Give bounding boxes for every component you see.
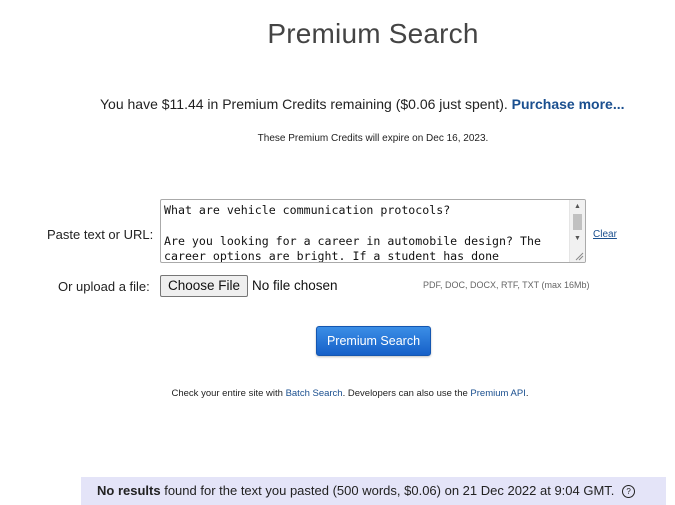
page-title: Premium Search bbox=[267, 18, 479, 49]
result-text: found for the text you pasted (500 words… bbox=[164, 483, 615, 498]
credits-line: You have $11.44 in Premium Credits remai… bbox=[100, 96, 625, 112]
purchase-more-link[interactable]: Purchase more... bbox=[512, 96, 625, 112]
premium-search-button[interactable]: Premium Search bbox=[316, 326, 431, 356]
footer-suffix: . bbox=[525, 388, 529, 399]
resize-grip-icon[interactable] bbox=[574, 251, 584, 261]
credits-text: You have $11.44 in Premium Credits remai… bbox=[100, 96, 508, 112]
footer-links: Check your entire site with Batch Search… bbox=[0, 388, 675, 399]
result-banner: No results found for the text you pasted… bbox=[81, 477, 666, 505]
footer-middle: . Developers can also use the bbox=[342, 388, 468, 399]
formats-hint: PDF, DOC, DOCX, RTF, TXT (max 16Mb) bbox=[423, 280, 590, 290]
choose-file-button[interactable]: Choose File bbox=[160, 275, 249, 297]
scroll-thumb[interactable] bbox=[573, 214, 582, 230]
scroll-down-icon[interactable]: ▼ bbox=[570, 232, 585, 245]
no-file-text: No file chosen bbox=[252, 278, 338, 293]
result-bold: No results bbox=[97, 483, 161, 498]
paste-label: Paste text or URL: bbox=[47, 227, 154, 242]
batch-search-link[interactable]: Batch Search bbox=[286, 388, 343, 399]
help-icon[interactable]: ? bbox=[622, 485, 636, 498]
credits-expiry: These Premium Credits will expire on Dec… bbox=[257, 133, 489, 144]
scroll-up-icon[interactable]: ▲ bbox=[570, 200, 585, 213]
textarea-content[interactable]: What are vehicle communication protocols… bbox=[161, 200, 585, 262]
clear-link[interactable]: Clear bbox=[593, 229, 617, 240]
paste-textarea[interactable]: What are vehicle communication protocols… bbox=[160, 199, 586, 263]
footer-prefix: Check your entire site with bbox=[171, 388, 283, 399]
upload-label: Or upload a file: bbox=[58, 279, 150, 294]
premium-api-link[interactable]: Premium API bbox=[470, 388, 525, 399]
